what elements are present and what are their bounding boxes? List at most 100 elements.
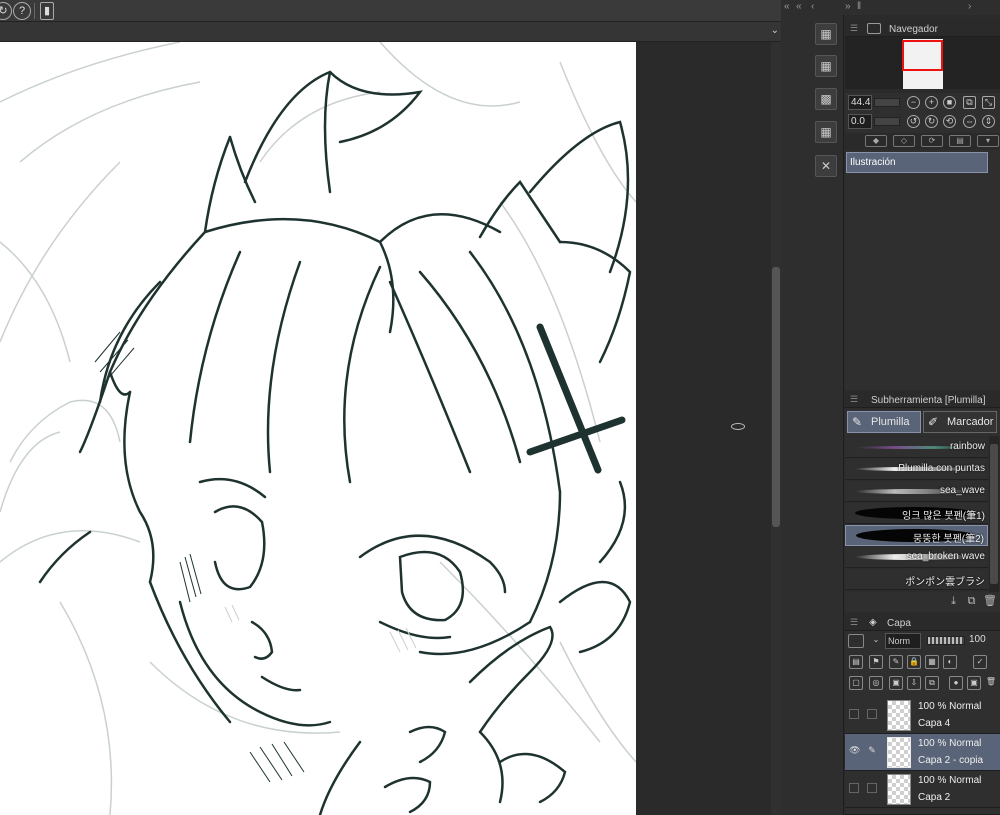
edit-toggle-icon[interactable] <box>867 783 877 793</box>
sync-icon[interactable]: ↻ <box>0 2 12 20</box>
tab-history-icon[interactable]: ⟳ <box>921 135 943 147</box>
chevron-down-icon[interactable]: ⌄ <box>869 634 883 648</box>
help-icon[interactable]: ? <box>13 2 31 20</box>
opacity-slider[interactable] <box>927 636 965 645</box>
rotate-right-icon[interactable]: ↻ <box>925 115 938 128</box>
tab-layer-property-icon[interactable]: ▤ <box>949 135 971 147</box>
lock-icon[interactable]: 🔒 <box>907 655 921 669</box>
tab-marcador[interactable]: ✐ Marcador <box>923 411 997 433</box>
tab-tool-icon[interactable]: ◆ <box>865 135 887 147</box>
list-item[interactable]: ポンポン雲ブラシ <box>845 569 988 590</box>
scrollbar-thumb[interactable] <box>990 444 998 584</box>
blend-mode-select[interactable]: Norm <box>885 633 921 649</box>
new-raster-layer-icon[interactable]: ▢ <box>849 676 863 690</box>
chevron-left-icon[interactable]: ‹ <box>811 1 814 12</box>
actual-size-icon[interactable]: ■ <box>943 96 956 109</box>
scrollbar-thumb[interactable] <box>772 267 780 527</box>
apply-mask-icon[interactable]: ▣ <box>967 676 981 690</box>
list-item[interactable]: sea_broken wave <box>845 547 988 568</box>
navigator-view-frame[interactable] <box>902 40 943 71</box>
brush-list-scrollbar[interactable] <box>989 436 999 592</box>
tab-menu-icon[interactable]: ▾ <box>977 135 999 147</box>
mask-enable-icon[interactable]: ◐ <box>943 655 957 669</box>
create-mask-icon[interactable]: ● <box>949 676 963 690</box>
calendar-grid-icon[interactable]: ▦ <box>815 23 837 45</box>
new-vector-layer-icon[interactable]: ◎ <box>869 676 883 690</box>
list-item[interactable]: 잉크 많은 붓펜(筆1) <box>845 503 988 524</box>
layer-list: 100 % Normal Capa 4 👁 ✎ 100 % Normal Cap… <box>845 697 1000 815</box>
chevron-down-icon[interactable]: ⌄ <box>771 25 779 36</box>
list-item[interactable]: Plumilla con puntas <box>845 459 988 480</box>
collapse-left-icon[interactable]: « <box>784 1 790 12</box>
pen-icon[interactable]: ✎ <box>867 746 877 756</box>
layer-color-icon[interactable] <box>848 634 864 648</box>
visibility-toggle-icon[interactable] <box>849 783 859 793</box>
reset-rotation-icon[interactable]: ⟲ <box>943 115 956 128</box>
zoom-value[interactable]: 44.4 <box>848 95 872 110</box>
calendar-grid-icon[interactable]: ▦ <box>815 121 837 143</box>
zoom-in-icon[interactable]: + <box>925 96 938 109</box>
layer-name[interactable]: Capa 4 <box>918 718 950 729</box>
zoom-out-icon[interactable]: − <box>907 96 920 109</box>
drawing-canvas[interactable] <box>0 42 636 815</box>
marker-icon: ✐ <box>928 415 939 429</box>
ruler-icon[interactable]: ✓ <box>973 655 987 669</box>
list-item[interactable]: rainbow <box>845 437 988 458</box>
transfer-down-icon[interactable]: ⇩ <box>907 676 921 690</box>
layer-name[interactable]: Capa 2 <box>918 792 950 803</box>
tool-list: Ilustración <box>845 150 1000 390</box>
lock-transparency-icon[interactable]: ▦ <box>925 655 939 669</box>
navigator-preview[interactable] <box>845 37 1000 89</box>
panel-menu-icon[interactable]: ☰ <box>850 394 858 405</box>
tool-item-ilustracion[interactable]: Ilustración <box>846 152 988 173</box>
tab-material-icon[interactable]: ◇ <box>893 135 915 147</box>
fit-window-icon[interactable]: ⧉ <box>963 96 976 109</box>
opacity-value[interactable]: 100 <box>969 634 986 645</box>
fit-screen-icon[interactable]: ⤡ <box>982 96 995 109</box>
navigator-icon[interactable] <box>867 23 881 34</box>
toolbar-divider <box>34 3 35 19</box>
rotate-left-icon[interactable]: ↺ <box>907 115 920 128</box>
edit-toggle-icon[interactable] <box>867 709 877 719</box>
merge-down-icon[interactable]: ⧉ <box>925 676 939 690</box>
layer-row-capa-2-copia[interactable]: 👁 ✎ 100 % Normal Capa 2 - copia <box>845 734 1000 771</box>
canvas-vertical-scrollbar[interactable] <box>771 42 781 815</box>
new-folder-icon[interactable]: ▣ <box>889 676 903 690</box>
eye-icon[interactable]: 👁 <box>849 746 860 756</box>
tab-plumilla[interactable]: ✎ Plumilla <box>847 411 921 433</box>
phone-icon[interactable]: ▮ <box>40 2 54 20</box>
rotation-value[interactable]: 0.0 <box>848 114 872 129</box>
panel-menu-icon[interactable]: ☰ <box>850 617 858 628</box>
list-item[interactable]: sea_wave <box>845 481 988 502</box>
download-icon[interactable]: ⤓ <box>947 595 960 608</box>
chevron-right-icon[interactable]: › <box>968 1 971 12</box>
collapse-right-icon[interactable]: » <box>845 1 851 12</box>
layer-row-capa-4[interactable]: 100 % Normal Capa 4 <box>845 697 1000 734</box>
duplicate-icon[interactable]: ⧉ <box>965 595 978 608</box>
calendar-grid-icon[interactable]: ▦ <box>815 55 837 77</box>
collapse-left-icon[interactable]: « <box>796 1 802 12</box>
zoom-slider[interactable] <box>874 98 900 107</box>
subtool-panel-header: ☰ Subherramienta [Plumilla] <box>845 392 1000 408</box>
calendar-check-icon[interactable]: ▩ <box>815 88 837 110</box>
reference-layer-icon[interactable]: ⚑ <box>869 655 883 669</box>
layer-row-partial[interactable] <box>845 808 1000 815</box>
flip-vertical-icon[interactable]: ⇕ <box>982 115 995 128</box>
layer-panel-header: ☰ ◈ Capa <box>845 615 1000 631</box>
canvas-area[interactable] <box>0 42 781 815</box>
grip-icon[interactable]: ‖ <box>857 1 861 12</box>
clip-layer-icon[interactable]: ▤ <box>849 655 863 669</box>
layer-name[interactable]: Capa 2 - copia <box>918 755 983 766</box>
panel-menu-icon[interactable]: ☰ <box>850 23 858 34</box>
visibility-toggle-icon[interactable] <box>849 709 859 719</box>
trash-icon[interactable]: 🗑 <box>983 595 997 608</box>
trash-icon[interactable]: 🗑 <box>984 676 998 690</box>
close-box-icon[interactable]: ✕ <box>815 155 837 177</box>
draft-layer-icon[interactable]: ✎ <box>889 655 903 669</box>
layer-row-capa-2[interactable]: 100 % Normal Capa 2 <box>845 771 1000 808</box>
flip-horizontal-icon[interactable]: ⇔ <box>963 115 976 128</box>
layers-icon[interactable]: ◈ <box>869 617 883 628</box>
subtool-title: Subherramienta [Plumilla] <box>871 395 986 406</box>
list-item[interactable]: 뭉뚱한 붓펜(筆2) <box>845 525 988 546</box>
rotation-slider[interactable] <box>874 117 900 126</box>
